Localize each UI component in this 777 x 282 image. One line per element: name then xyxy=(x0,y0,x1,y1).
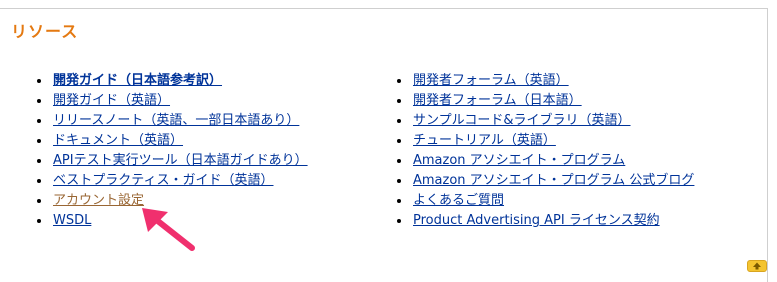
bullet xyxy=(37,199,41,203)
list-item: チュートリアル（英語） xyxy=(396,131,694,151)
back-to-top-button[interactable] xyxy=(747,260,767,272)
right-resource-list: 開発者フォーラム（英語） 開発者フォーラム（日本語） サンプルコード&ライブラリ… xyxy=(396,71,694,231)
page-frame: リソース 開発ガイド（日本語参考訳） 開発ガイド（英語） リリースノート（英語、… xyxy=(0,0,777,282)
link-faq[interactable]: よくあるご質問 xyxy=(413,193,504,208)
bullet xyxy=(37,99,41,103)
link-best-practices[interactable]: ベストプラクティス・ガイド（英語） xyxy=(53,173,273,188)
right-border xyxy=(767,8,768,282)
bullet xyxy=(397,139,401,143)
link-api-test-tool[interactable]: APIテスト実行ツール（日本語ガイドあり） xyxy=(53,153,308,168)
list-item: サンプルコード&ライブラリ（英語） xyxy=(396,111,694,131)
bullet xyxy=(397,219,401,223)
list-item: よくあるご質問 xyxy=(396,191,694,211)
list-item: ベストプラクティス・ガイド（英語） xyxy=(36,171,308,191)
top-divider xyxy=(0,8,768,9)
link-associates-program[interactable]: Amazon アソシエイト・プログラム xyxy=(413,153,625,168)
list-item: APIテスト実行ツール（日本語ガイドあり） xyxy=(36,151,308,171)
bullet xyxy=(37,219,41,223)
list-item: 開発者フォーラム（英語） xyxy=(396,71,694,91)
link-tutorials[interactable]: チュートリアル（英語） xyxy=(413,133,556,148)
list-item: 開発ガイド（英語） xyxy=(36,91,308,111)
list-item: 開発ガイド（日本語参考訳） xyxy=(36,71,308,91)
link-account-settings[interactable]: アカウント設定 xyxy=(53,193,144,208)
bullet xyxy=(397,179,401,183)
link-license-agreement[interactable]: Product Advertising API ライセンス契約 xyxy=(413,213,660,228)
bullet xyxy=(397,159,401,163)
list-item: Amazon アソシエイト・プログラム 公式ブログ xyxy=(396,171,694,191)
link-dev-forum-japanese[interactable]: 開発者フォーラム（日本語） xyxy=(413,93,582,108)
bullet xyxy=(397,99,401,103)
link-documentation[interactable]: ドキュメント（英語） xyxy=(53,133,183,148)
bullet xyxy=(37,79,41,83)
section-heading: リソース xyxy=(11,22,79,41)
arrow-up-icon xyxy=(753,262,761,270)
list-item: Product Advertising API ライセンス契約 xyxy=(396,211,694,231)
link-release-notes[interactable]: リリースノート（英語、一部日本語あり） xyxy=(53,113,299,128)
bullet xyxy=(37,159,41,163)
link-sample-code[interactable]: サンプルコード&ライブラリ（英語） xyxy=(413,113,631,128)
link-dev-guide-english[interactable]: 開発ガイド（英語） xyxy=(53,93,170,108)
bullet xyxy=(37,119,41,123)
annotation-arrow-icon xyxy=(142,208,195,251)
list-item: Amazon アソシエイト・プログラム xyxy=(396,151,694,171)
bullet xyxy=(397,79,401,83)
bullet xyxy=(37,139,41,143)
list-item: ドキュメント（英語） xyxy=(36,131,308,151)
link-dev-forum-english[interactable]: 開発者フォーラム（英語） xyxy=(413,73,569,88)
bullet xyxy=(37,179,41,183)
bullet xyxy=(397,119,401,123)
link-dev-guide-japanese[interactable]: 開発ガイド（日本語参考訳） xyxy=(53,73,222,88)
bullet xyxy=(397,199,401,203)
list-item: 開発者フォーラム（日本語） xyxy=(396,91,694,111)
list-item: リリースノート（英語、一部日本語あり） xyxy=(36,111,308,131)
link-wsdl[interactable]: WSDL xyxy=(53,213,91,228)
link-associates-blog[interactable]: Amazon アソシエイト・プログラム 公式ブログ xyxy=(413,173,694,188)
